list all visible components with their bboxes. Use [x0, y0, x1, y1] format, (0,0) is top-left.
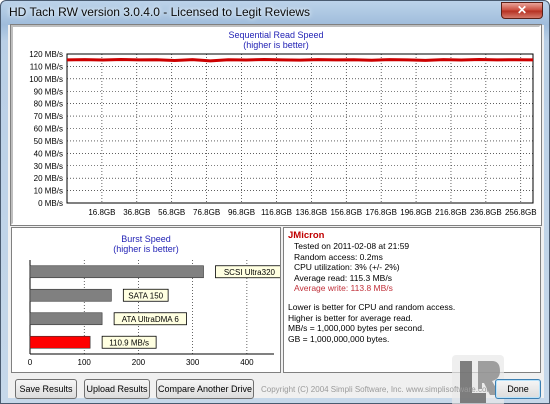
average-read-text: Average read: 115.3 MB/s — [294, 272, 392, 283]
note-lower-better: Lower is better for CPU and random acces… — [288, 302, 456, 313]
window-title: HD Tach RW version 3.0.4.0 - Licensed to… — [9, 5, 311, 19]
copyright-text: Copyright (C) 2004 Simpli Software, Inc.… — [261, 385, 494, 394]
y-tick-label: 70 MB/s — [34, 112, 63, 121]
note-gb-definition: GB = 1,000,000,000 bytes. — [288, 333, 390, 344]
x-tick-label: 176.8GB — [365, 208, 397, 217]
burst-bar-label: 110.9 MB/s — [109, 338, 149, 347]
x-tick-label: 56.8GB — [158, 208, 185, 217]
y-tick-label: 120 MB/s — [29, 50, 63, 59]
burst-bar-label: SATA 150 — [128, 291, 163, 300]
burst-chart-panel: Burst Speed (higher is better) 0 100 200 30… — [11, 227, 281, 373]
note-higher-better: Higher is better for average read. — [288, 312, 413, 323]
y-tick-label: 90 MB/s — [34, 87, 63, 96]
x-tick-label: 196.8GB — [400, 208, 432, 217]
y-tick-label: 60 MB/s — [34, 125, 63, 134]
y-tick-label: 80 MB/s — [34, 100, 63, 109]
burst-x-tick-label: 100 — [78, 358, 92, 367]
upload-results-button[interactable]: Upload Results — [84, 379, 150, 399]
drive-name: JMicron — [288, 230, 325, 241]
y-tick-label: 110 MB/s — [30, 62, 63, 71]
x-tick-label: 96.8GB — [228, 208, 255, 217]
x-tick-label: 76.8GB — [193, 208, 220, 217]
note-mbs-definition: MB/s = 1,000,000 bytes per second. — [288, 323, 425, 334]
x-tick-label: 216.8GB — [435, 208, 467, 217]
random-access-text: Random access: 0.2ms — [294, 251, 383, 262]
x-tick-label: 136.8GB — [296, 208, 328, 217]
y-tick-label: 50 MB/s — [34, 137, 63, 146]
burst-bar — [29, 335, 91, 349]
read-chart-panel: Sequential Read Speed (higher is better)… — [10, 24, 542, 226]
title-bar[interactable]: HD Tach RW version 3.0.4.0 - Licensed to… — [1, 1, 549, 23]
burst-bar-label: ATA UltraDMA 6 — [122, 315, 180, 324]
x-tick-label: 116.8GB — [261, 208, 292, 217]
save-results-button[interactable]: Save Results — [15, 379, 77, 399]
y-tick-label: 40 MB/s — [34, 149, 63, 158]
read-speed-series-line — [66, 57, 534, 63]
x-tick-label: 156.8GB — [330, 208, 362, 217]
y-tick-label: 100 MB/s — [29, 75, 63, 84]
y-tick-label: 30 MB/s — [34, 162, 63, 171]
burst-bar — [29, 265, 204, 279]
client-area: Sequential Read Speed (higher is better)… — [8, 24, 544, 404]
x-tick-label: 36.8GB — [123, 208, 150, 217]
burst-bar — [29, 288, 112, 302]
x-tick-label: 16.8GB — [88, 208, 115, 217]
close-icon: ✕ — [516, 3, 528, 17]
burst-x-tick-label: 0 — [28, 358, 33, 367]
cpu-utilization-text: CPU utilization: 3% (+/- 2%) — [294, 262, 400, 273]
read-speed-chart: 120 MB/s 110 MB/s 100 MB/s 90 MB/s 80 MB/s 70… — [29, 50, 537, 217]
compare-another-drive-button[interactable]: Compare Another Drive — [156, 379, 254, 399]
app-window: HD Tach RW version 3.0.4.0 - Licensed to… — [0, 0, 550, 404]
x-tick-label: 236.8GB — [470, 208, 502, 217]
y-tick-label: 10 MB/s — [34, 187, 63, 196]
tested-on-text: Tested on 2011-02-08 at 21:59 — [294, 241, 410, 252]
burst-speed-chart: 0 100 200 300 400 SCSI Ultra320 SATA 150 ATA Ul… — [28, 260, 280, 367]
burst-x-tick-label: 400 — [240, 358, 254, 367]
x-tick-label: 256.8GB — [505, 208, 537, 217]
burst-x-tick-label: 200 — [132, 358, 146, 367]
y-tick-label: 20 MB/s — [34, 174, 63, 183]
burst-x-tick-label: 300 — [186, 358, 200, 367]
y-tick-label: 0 MB/s — [38, 199, 63, 208]
average-write-text: Average write: 113.8 MB/s — [294, 283, 393, 294]
burst-bar — [29, 312, 103, 326]
done-button[interactable]: Done — [495, 379, 541, 399]
close-button[interactable]: ✕ — [501, 2, 543, 19]
burst-bar-label: SCSI Ultra320 — [224, 268, 276, 277]
